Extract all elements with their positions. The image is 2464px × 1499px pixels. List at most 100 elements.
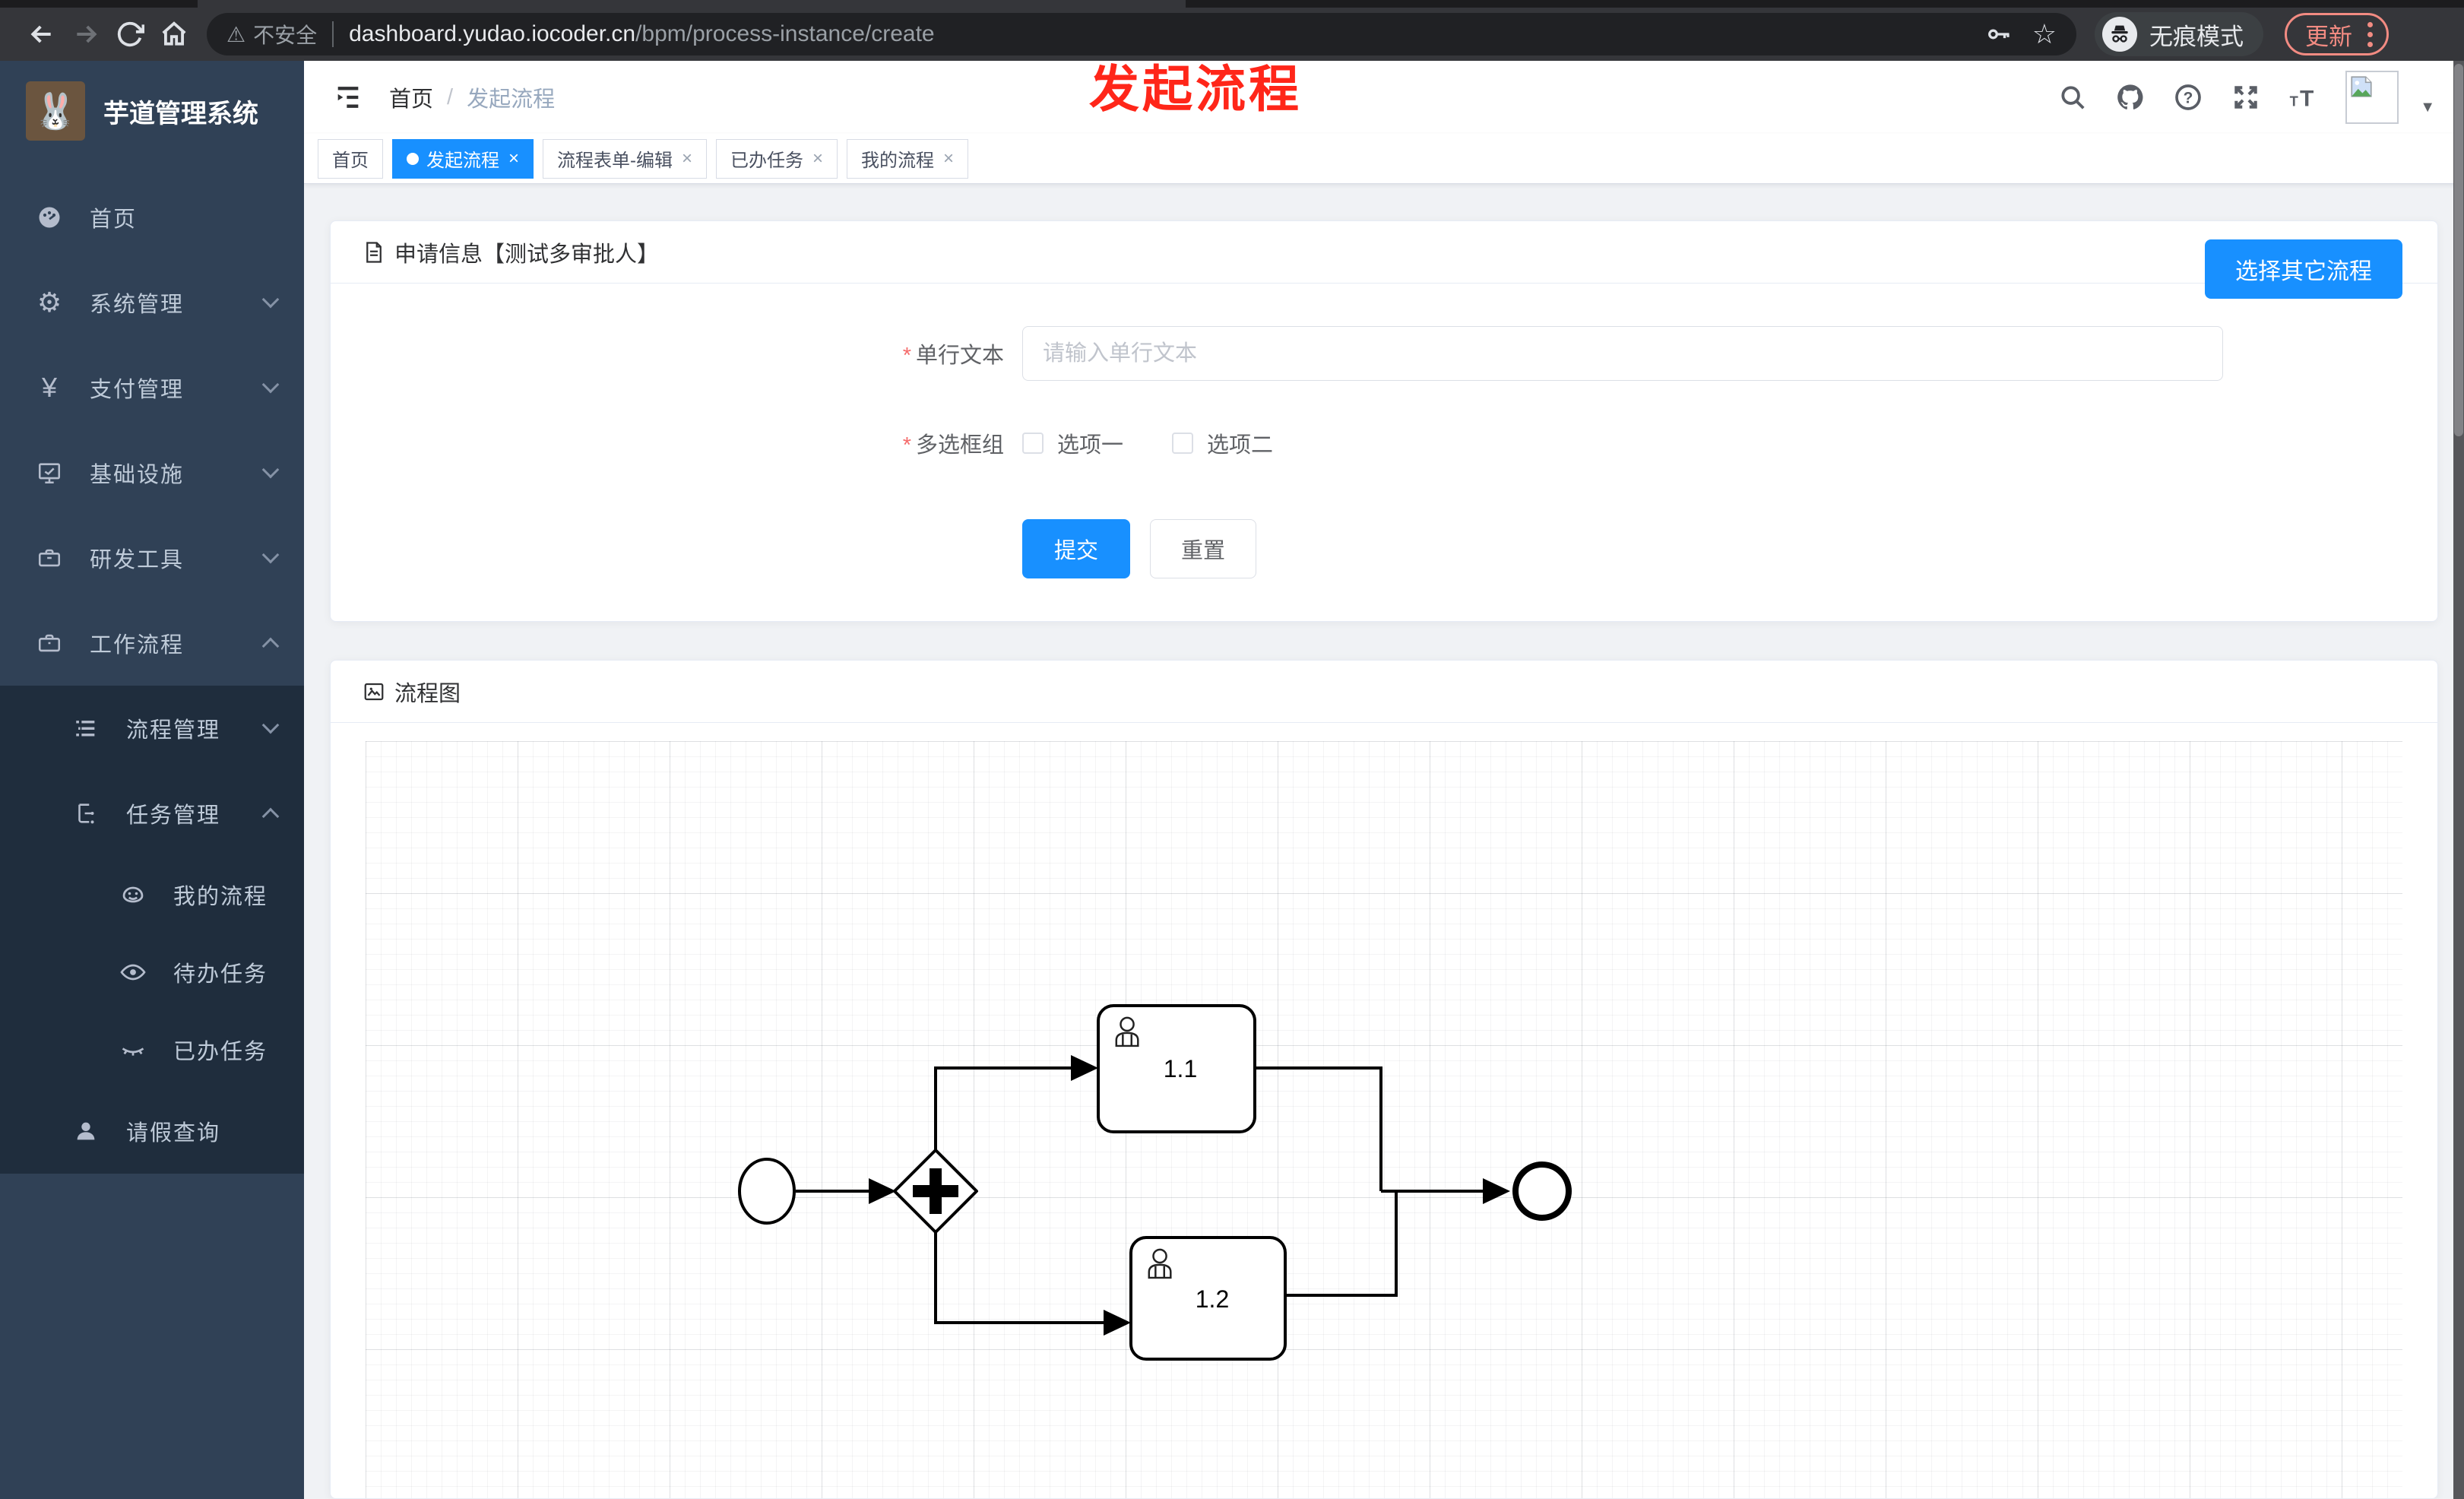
navbar-actions: ? TT ▼: [2049, 71, 2441, 124]
home-icon: [162, 21, 186, 46]
close-icon[interactable]: ×: [682, 148, 692, 170]
user-task-1-2[interactable]: 1.2: [1129, 1236, 1287, 1361]
sidebar-item-infra[interactable]: 基础设施: [0, 430, 304, 515]
sidebar-logo[interactable]: 🐰 芋道管理系统: [0, 61, 304, 161]
browser-active-tab[interactable]: [198, 0, 1186, 8]
briefcase-icon: [32, 630, 67, 656]
avatar-caret-icon[interactable]: ▼: [2420, 99, 2435, 116]
close-icon[interactable]: ×: [508, 148, 519, 170]
form-card-header: 申请信息【测试多审批人】: [331, 221, 2437, 284]
submit-button[interactable]: 提交: [1022, 519, 1131, 578]
sidebar-item-label: 流程管理: [126, 718, 221, 743]
tab-start-process[interactable]: 发起流程 ×: [392, 138, 534, 179]
bpmn-canvas[interactable]: 1.1 1.2: [366, 741, 2402, 1498]
sidebar-item-label: 研发工具: [90, 548, 185, 572]
sidebar-item-label: 待办任务: [173, 962, 268, 987]
sidebar-item-process-mgmt[interactable]: 流程管理: [0, 686, 304, 771]
application-info-card: 申请信息【测试多审批人】 选择其它流程 *单行文本 *多选框组 选项一: [330, 220, 2438, 622]
security-status[interactable]: ⚠ 不安全: [226, 19, 317, 49]
github-link-button[interactable]: [2107, 74, 2154, 121]
checkbox-icon[interactable]: [1172, 433, 1194, 454]
fullscreen-button[interactable]: [2222, 74, 2269, 121]
browser-update-button[interactable]: 更新: [2285, 13, 2389, 55]
svg-text:?: ?: [2184, 90, 2193, 107]
single-line-text-input[interactable]: [1022, 326, 2223, 381]
sidebar-item-leave-query[interactable]: 请假查询: [0, 1089, 304, 1174]
required-asterisk: *: [902, 344, 911, 368]
sidebar-collapse-button[interactable]: [327, 76, 369, 119]
diagram-card-header: 流程图: [331, 661, 2437, 723]
password-key-button[interactable]: [1985, 21, 2013, 48]
checkbox-option-1[interactable]: 选项一: [1022, 427, 1123, 459]
sidebar-item-home[interactable]: 首页: [0, 175, 304, 260]
back-icon: [30, 25, 51, 43]
end-event[interactable]: [1512, 1161, 1572, 1221]
chevron-down-icon: [261, 716, 280, 734]
sidebar-item-task-mgmt[interactable]: 任务管理: [0, 771, 304, 856]
gear-icon: ⚙: [36, 287, 62, 318]
close-icon[interactable]: ×: [943, 148, 954, 170]
start-event[interactable]: [738, 1158, 796, 1225]
parallel-gateway[interactable]: [893, 1149, 978, 1234]
sidebar-item-label: 请假查询: [126, 1121, 221, 1146]
browser-menu-icon[interactable]: [2367, 21, 2373, 47]
update-label: 更新: [2305, 23, 2352, 50]
url-divider: [332, 21, 334, 47]
sidebar-item-devtools[interactable]: 研发工具: [0, 515, 304, 601]
flow-task1-join[interactable]: [1255, 1066, 1382, 1191]
hamburger-icon: [337, 87, 359, 108]
sidebar-item-label: 我的流程: [173, 885, 268, 909]
font-size-icon: TT: [2290, 87, 2314, 112]
breadcrumb-current: 发起流程: [467, 87, 556, 112]
help-button[interactable]: ?: [2165, 74, 2212, 121]
sidebar-item-my-process[interactable]: 我的流程: [0, 856, 304, 933]
back-button[interactable]: [20, 12, 64, 56]
tab-form-edit[interactable]: 流程表单-编辑 ×: [543, 138, 708, 179]
sidebar-item-label: 支付管理: [90, 378, 185, 402]
chevron-up-icon: [261, 807, 280, 826]
user-avatar[interactable]: [2345, 71, 2399, 124]
security-label: 不安全: [253, 24, 318, 47]
flow-gateway-task1[interactable]: [934, 1066, 1071, 1150]
sidebar-item-workflow[interactable]: 工作流程: [0, 601, 304, 686]
tab-done-tasks[interactable]: 已办任务 ×: [716, 138, 838, 179]
reset-button[interactable]: 重置: [1150, 519, 1257, 578]
workflow-submenu: 流程管理 任务管理 我的流程 待办任务 已办任务 请假查询: [0, 686, 304, 1174]
flow-gateway-task2[interactable]: [934, 1232, 1104, 1324]
fullscreen-icon: [2234, 86, 2257, 109]
tab-my-process[interactable]: 我的流程 ×: [847, 138, 969, 179]
checkbox-option-2[interactable]: 选项二: [1172, 427, 1273, 459]
process-list-icon: [68, 715, 103, 741]
font-size-button[interactable]: TT: [2280, 74, 2327, 121]
tab-home[interactable]: 首页: [318, 138, 383, 179]
app-title: 芋道管理系统: [103, 99, 258, 128]
toolbox-icon: [32, 545, 67, 571]
document-icon: [363, 241, 385, 264]
sidebar-item-system[interactable]: ⚙ 系统管理: [0, 260, 304, 345]
breadcrumb-home[interactable]: 首页: [389, 81, 433, 113]
page-scrollbar[interactable]: [2453, 61, 2464, 1499]
sidebar-item-todo-tasks[interactable]: 待办任务: [0, 933, 304, 1011]
sidebar-item-payment[interactable]: ¥ 支付管理: [0, 345, 304, 430]
sidebar-menu: 首页 ⚙ 系统管理 ¥ 支付管理 基础设施 研发工具 工作流程 流程管理 任务管…: [0, 161, 304, 1174]
reload-button[interactable]: [108, 12, 152, 56]
home-button[interactable]: [152, 12, 196, 56]
header-search-button[interactable]: [2049, 74, 2096, 121]
flow-task2-join[interactable]: [1285, 1193, 1398, 1297]
reload-icon: [117, 21, 144, 47]
bookmark-star-button[interactable]: ☆: [2032, 18, 2057, 50]
tags-view-bar: 首页 发起流程 × 流程表单-编辑 × 已办任务 × 我的流程 ×: [304, 134, 2464, 184]
close-icon[interactable]: ×: [812, 148, 823, 170]
bpmn-diagram: 1.1 1.2: [738, 1004, 1572, 1361]
single-line-text-field: * 单行文本: [847, 326, 2437, 381]
choose-other-process-button[interactable]: 选择其它流程: [2205, 239, 2402, 299]
tab-label: 已办任务: [730, 151, 804, 171]
scrollbar-thumb[interactable]: [2454, 64, 2463, 436]
field-label: * 单行文本: [902, 344, 1004, 368]
browser-tab-strip: [0, 0, 2464, 8]
yen-icon: ¥: [41, 372, 58, 403]
sidebar-item-done-tasks[interactable]: 已办任务: [0, 1011, 304, 1089]
checkbox-icon[interactable]: [1022, 433, 1044, 454]
user-task-1-1[interactable]: 1.1: [1097, 1004, 1256, 1133]
forward-button[interactable]: [64, 12, 108, 56]
